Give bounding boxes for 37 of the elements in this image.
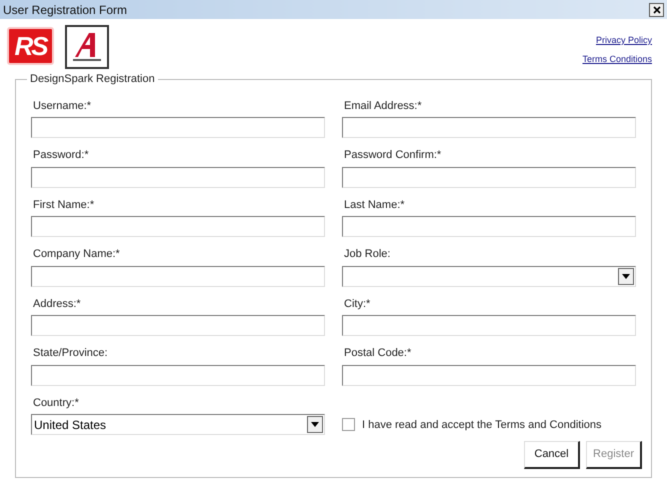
input-field[interactable] bbox=[342, 315, 636, 336]
field-label: Password:* bbox=[32, 148, 90, 163]
window-title: User Registration Form bbox=[3, 2, 128, 18]
field-label: Last Name:* bbox=[343, 198, 406, 212]
input-field[interactable] bbox=[31, 166, 325, 188]
checkbox-label: I have read and accept the Terms and Conditions bbox=[362, 418, 602, 432]
close-button[interactable] bbox=[649, 2, 664, 16]
letter-a-logo-icon bbox=[65, 25, 109, 69]
field-label: State/Province: bbox=[32, 346, 109, 361]
field-label: Username:* bbox=[32, 98, 92, 114]
input-field[interactable] bbox=[342, 166, 636, 188]
input-field[interactable] bbox=[342, 364, 636, 386]
field-label: Email Address:* bbox=[343, 98, 423, 114]
link[interactable]: Terms Conditions bbox=[582, 52, 652, 66]
field-label: Address:* bbox=[32, 296, 82, 312]
group-title: DesignSpark Registration bbox=[29, 72, 156, 87]
field-label: Postal Code:* bbox=[343, 346, 412, 361]
input-field[interactable] bbox=[31, 266, 325, 286]
dropdown[interactable]: United States bbox=[31, 414, 325, 435]
input-field[interactable] bbox=[342, 216, 636, 237]
input-field[interactable] bbox=[31, 315, 325, 336]
field-label: Country:* bbox=[32, 396, 80, 410]
field-label: Job Role: bbox=[343, 247, 392, 262]
field-label: Company Name:* bbox=[32, 247, 121, 262]
checkbox[interactable] bbox=[342, 418, 355, 432]
dropdown[interactable] bbox=[342, 266, 636, 286]
logo: RS bbox=[7, 27, 54, 65]
field-label: City:* bbox=[343, 296, 372, 312]
input-field[interactable] bbox=[31, 117, 325, 138]
input-field[interactable] bbox=[342, 117, 636, 138]
link[interactable]: Privacy Policy bbox=[596, 34, 652, 48]
dialog-button[interactable]: Cancel bbox=[524, 441, 580, 469]
field-label: Password Confirm:* bbox=[343, 148, 442, 163]
field-label: First Name:* bbox=[32, 198, 96, 212]
input-field[interactable] bbox=[31, 216, 325, 237]
close-icon bbox=[652, 6, 660, 14]
input-field[interactable] bbox=[31, 364, 325, 386]
